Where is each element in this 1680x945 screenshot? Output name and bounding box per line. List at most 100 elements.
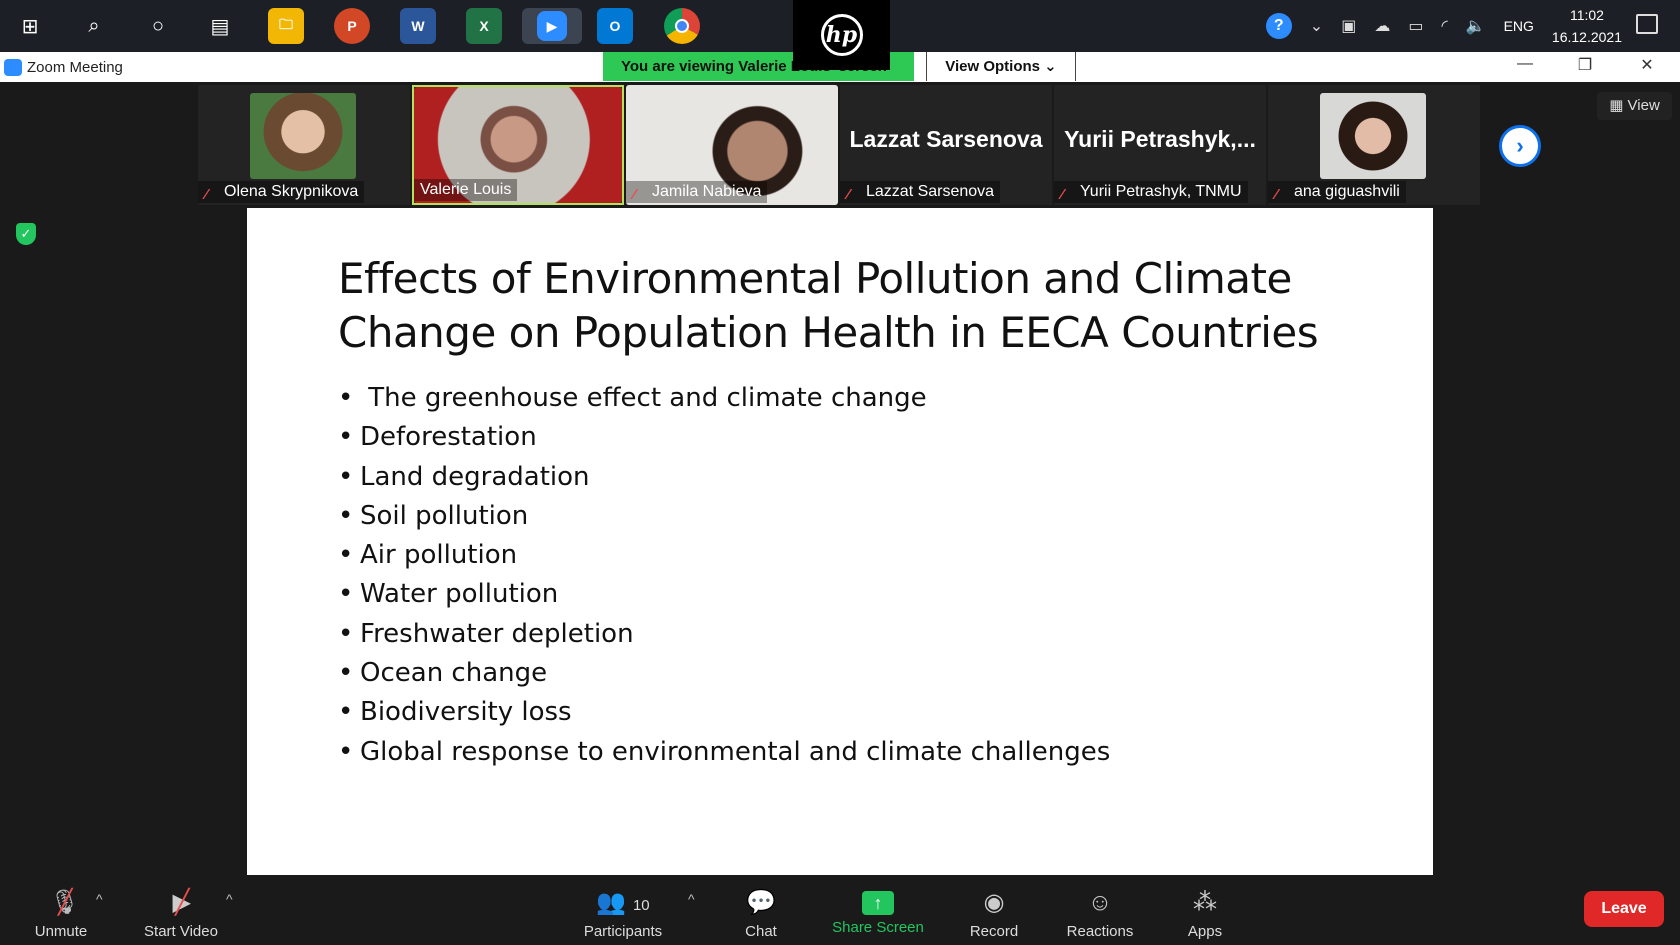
slide-bullet: The greenhouse effect and climate change (338, 379, 1110, 418)
slide-bullet: Ocean change (338, 654, 1110, 693)
reactions-label: Reactions (1066, 923, 1134, 940)
leave-button[interactable]: Leave (1584, 891, 1664, 927)
language-indicator[interactable]: ENG (1504, 18, 1534, 34)
participant-name-label: ⁄ Olena Skrypnikova (198, 181, 365, 203)
slide-bullet: Soil pollution (338, 497, 1110, 536)
participant-name: ana giguashvili (1294, 183, 1400, 200)
participant-display-name: Lazzat Sarsenova (849, 126, 1043, 152)
minimize-button[interactable]: — (1510, 55, 1540, 73)
participant-video (1320, 93, 1426, 179)
participant-display-name: Yurii Petrashyk,... (1064, 126, 1256, 152)
start-video-button[interactable]: ▶╱ Start Video (136, 887, 226, 940)
record-button[interactable]: ◉ Record (964, 887, 1024, 940)
participant-name: Olena Skrypnikova (224, 183, 359, 200)
cortana-icon[interactable]: ○ (140, 8, 176, 44)
participants-button[interactable]: 👥 10 Participants (578, 887, 668, 940)
muted-mic-icon: ⁄ (633, 186, 636, 203)
video-options-caret-icon[interactable]: ^ (226, 891, 233, 907)
outlook-icon[interactable]: O (597, 8, 633, 44)
view-button[interactable]: ▦ View (1597, 92, 1672, 120)
participant-tile-olena[interactable]: ⁄ Olena Skrypnikova (198, 85, 410, 205)
participant-name: Valerie Louis (420, 181, 512, 198)
record-label: Record (969, 923, 1019, 940)
audio-options-caret-icon[interactable]: ^ (96, 891, 103, 907)
notification-center-icon[interactable] (1636, 14, 1658, 34)
slide-bullet: Air pollution (338, 536, 1110, 575)
video-off-icon: ▶╱ (172, 889, 191, 916)
muted-mic-icon: ⁄ (205, 186, 208, 203)
slide-bullet: Land degradation (338, 458, 1110, 497)
slide-bullet: Water pollution (338, 575, 1110, 614)
security-shield-icon[interactable]: ✓ (16, 223, 36, 245)
start-video-label: Start Video (144, 923, 218, 940)
zoom-icon[interactable]: ▶ (522, 8, 582, 44)
participant-name-label: Valerie Louis (414, 179, 518, 201)
clock-time: 11:02 (1569, 7, 1604, 23)
share-screen-label: Share Screen (832, 919, 924, 936)
slide-bullet-list: The greenhouse effect and climate change… (338, 379, 1110, 772)
meeting-toolbar: 🎙╱ Unmute ^ ▶╱ Start Video ^ 👥 10 Partic… (0, 875, 1680, 945)
wifi-icon[interactable]: ◜ (1441, 16, 1447, 36)
participants-options-caret-icon[interactable]: ^ (688, 891, 695, 907)
file-explorer-icon[interactable]: 🗀 (268, 8, 304, 44)
participant-name-label: ⁄ Yurii Petrashyk, TNMU (1054, 181, 1248, 203)
excel-icon[interactable]: X (466, 8, 502, 44)
apps-button[interactable]: ⁂ Apps (1180, 887, 1230, 940)
close-button[interactable]: ✕ (1632, 55, 1662, 75)
muted-mic-icon: ⁄ (1275, 186, 1278, 203)
powerpoint-icon[interactable]: P (334, 8, 370, 44)
participant-tile-lazzat[interactable]: Lazzat Sarsenova ⁄ Lazzat Sarsenova (840, 85, 1052, 205)
hp-logo: hp (820, 14, 863, 56)
unmute-button[interactable]: 🎙╱ Unmute (26, 887, 96, 940)
participant-name-label: ⁄ Jamila Nabieva (626, 181, 768, 203)
word-icon[interactable]: W (400, 8, 436, 44)
participant-name: Lazzat Sarsenova (866, 183, 995, 200)
participant-name-label: ⁄ Lazzat Sarsenova (840, 181, 1001, 203)
chat-label: Chat (745, 923, 777, 940)
slide-bullet: Global response to environmental and cli… (338, 733, 1110, 772)
participant-video-strip: ⁄ Olena Skrypnikova Valerie Louis ⁄ Jamila… (198, 85, 1481, 205)
share-screen-arrow-icon: ↑ (862, 891, 894, 915)
share-screen-button[interactable]: ↑ Share Screen (826, 887, 930, 936)
chrome-icon[interactable] (664, 8, 700, 44)
participant-tile-jamila[interactable]: ⁄ Jamila Nabieva (626, 85, 838, 205)
participants-label: Participants (583, 923, 663, 940)
unmute-label: Unmute (34, 923, 88, 940)
clock[interactable]: 11:02 16.12.2021 (1552, 4, 1622, 48)
participants-icon: 👥 10 (596, 889, 650, 916)
view-options-button[interactable]: View Options ⌄ (926, 52, 1076, 81)
participant-name: Jamila Nabieva (652, 183, 762, 200)
chat-icon: 💬 (746, 889, 776, 916)
participant-video (250, 93, 356, 179)
slide-bullet: Biodiversity loss (338, 693, 1110, 732)
apps-label: Apps (1187, 923, 1223, 940)
help-icon[interactable]: ? (1265, 13, 1292, 39)
task-view-icon[interactable]: ▤ (202, 8, 238, 44)
participant-tile-valerie[interactable]: Valerie Louis (412, 85, 624, 205)
participant-name-label: ⁄ ana giguashvili (1268, 181, 1406, 203)
muted-mic-icon: ⁄ (847, 186, 850, 203)
grid-view-icon: ▦ (1609, 97, 1628, 114)
record-icon: ◉ (983, 889, 1005, 916)
participant-tile-yurii[interactable]: Yurii Petrashyk,... ⁄ Yurii Petrashyk, TN… (1054, 85, 1266, 205)
participant-tile-ana[interactable]: ⁄ ana giguashvili (1268, 85, 1480, 205)
volume-icon[interactable]: 🔈 (1466, 16, 1486, 36)
restore-button[interactable]: ❐ (1570, 55, 1600, 75)
muted-mic-icon: 🎙╱ (49, 889, 80, 916)
windows-start-icon[interactable]: ⊞ (12, 8, 48, 44)
onedrive-icon[interactable]: ☁ (1374, 16, 1390, 36)
reactions-button[interactable]: ☺ Reactions (1060, 887, 1140, 940)
meet-now-icon[interactable]: ▣ (1341, 16, 1356, 36)
chevron-down-icon[interactable]: ⌄ (1310, 16, 1323, 36)
zoom-logo-icon (4, 59, 22, 76)
clock-date: 16.12.2021 (1551, 29, 1622, 45)
next-page-chevron-icon[interactable]: › (1499, 125, 1541, 167)
chat-button[interactable]: 💬 Chat (736, 887, 786, 940)
window-title: Zoom Meeting (27, 59, 123, 76)
participant-name: Yurii Petrashyk, TNMU (1080, 183, 1242, 200)
battery-icon[interactable]: ▭ (1408, 16, 1423, 36)
view-button-label: View (1627, 97, 1660, 114)
search-icon[interactable]: ⌕ (76, 8, 112, 44)
apps-icon: ⁂ (1193, 889, 1217, 916)
participants-count: 10 (632, 897, 650, 914)
